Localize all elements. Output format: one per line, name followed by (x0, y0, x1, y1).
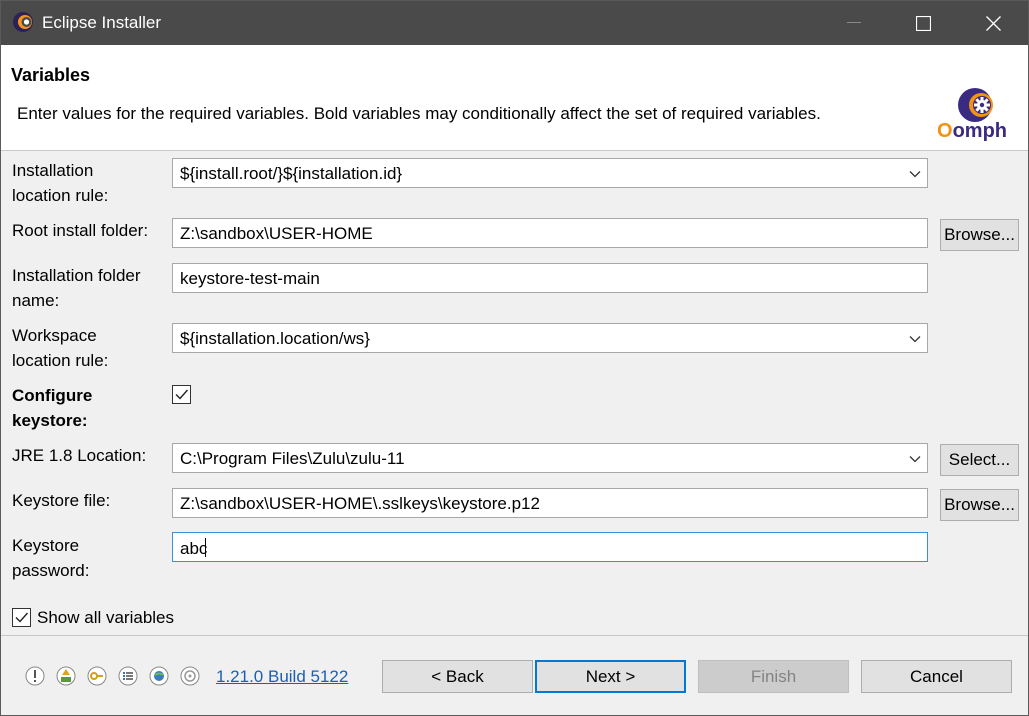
window-title: Eclipse Installer (42, 13, 162, 32)
maximize-button[interactable] (888, 1, 958, 45)
network-proxy-icon[interactable] (149, 666, 169, 686)
close-icon (985, 15, 1001, 31)
configure-keystore-label: Configure keystore: (12, 383, 92, 433)
field-value: keystore-test-main (180, 269, 320, 288)
version-link[interactable]: 1.21.0 Build 5122 (216, 667, 348, 687)
combo-value: ${install.root/}${installation.id} (180, 164, 403, 183)
workspace-location-rule-combo[interactable]: ${installation.location/ws} (172, 323, 928, 353)
browse-root-button[interactable]: Browse... (940, 219, 1019, 251)
label-line: location rule: (12, 186, 109, 205)
installer-window: Eclipse Installer Variables Enter values… (0, 0, 1029, 716)
jre-location-combo[interactable]: C:\Program Files\Zulu\zulu-11 (172, 443, 928, 473)
show-all-variables-checkbox[interactable] (12, 608, 31, 627)
chevron-down-icon[interactable] (909, 168, 921, 180)
combo-value: ${installation.location/ws} (180, 329, 370, 348)
footer-separator (1, 635, 1028, 636)
root-install-folder-input[interactable]: Z:\sandbox\USER-HOME (172, 218, 928, 248)
installation-location-rule-combo[interactable]: ${install.root/}${installation.id} (172, 158, 928, 188)
list-icon[interactable] (118, 666, 138, 686)
oomph-logo-text: Oomph (937, 120, 1007, 142)
field-value: Z:\sandbox\USER-HOME (180, 224, 373, 243)
configure-keystore-checkbox[interactable] (172, 385, 191, 404)
label-line: password: (12, 561, 90, 580)
title-bar: Eclipse Installer (1, 1, 1028, 45)
ssh-icon[interactable] (180, 666, 200, 686)
keystore-file-label: Keystore file: (12, 491, 111, 510)
page-description: Enter values for the required variables.… (17, 104, 821, 123)
page-header: Variables Enter values for the required … (1, 45, 1028, 151)
label-line: name: (12, 291, 60, 310)
root-install-folder-label: Root install folder: (12, 221, 149, 240)
label-line: keystore: (12, 411, 88, 430)
key-icon[interactable] (87, 666, 107, 686)
page-title: Variables (11, 65, 91, 85)
minimize-icon (847, 22, 861, 23)
minimize-button[interactable] (819, 1, 889, 45)
browse-keystore-button[interactable]: Browse... (940, 489, 1019, 521)
oomph-logo: Oomph (935, 87, 1017, 145)
text-caret (205, 538, 207, 557)
jre-location-label: JRE 1.8 Location: (12, 446, 147, 465)
workspace-location-rule-label: Workspace location rule: (12, 323, 108, 373)
show-all-variables-label[interactable]: Show all variables (37, 605, 174, 630)
gear-icon (958, 88, 993, 122)
checkmark-icon (175, 389, 189, 400)
maximize-icon (915, 15, 931, 31)
cancel-button[interactable]: Cancel (861, 660, 1012, 693)
field-value: Z:\sandbox\USER-HOME\.sslkeys\keystore.p… (180, 494, 540, 513)
select-jre-button[interactable]: Select... (940, 444, 1019, 476)
checkmark-icon (15, 612, 29, 623)
label-line: Keystore (12, 536, 80, 555)
label-line: Configure (12, 386, 93, 405)
combo-value: C:\Program Files\Zulu\zulu-11 (180, 449, 405, 468)
label-line: location rule: (12, 351, 109, 370)
update-icon[interactable] (56, 666, 76, 686)
keystore-password-label: Keystore password: (12, 533, 89, 583)
keystore-file-input[interactable]: Z:\sandbox\USER-HOME\.sslkeys\keystore.p… (172, 488, 928, 518)
installation-folder-name-label: Installation folder name: (12, 263, 141, 313)
finish-button[interactable]: Finish (698, 660, 849, 693)
label-line: Workspace (12, 326, 97, 345)
password-text: abc (180, 539, 208, 558)
label-line: Installation folder (12, 266, 141, 285)
field-value: abc (180, 538, 208, 559)
label-line: Installation (12, 161, 94, 180)
back-button[interactable]: < Back (382, 660, 533, 693)
exclamation-icon[interactable] (25, 666, 45, 686)
chevron-down-icon[interactable] (909, 333, 921, 345)
keystore-password-input[interactable]: abc (172, 532, 928, 562)
close-button[interactable] (958, 1, 1028, 45)
installation-folder-name-input[interactable]: keystore-test-main (172, 263, 928, 293)
chevron-down-icon[interactable] (909, 453, 921, 465)
next-button[interactable]: Next > (535, 660, 686, 693)
installation-location-rule-label: Installation location rule: (12, 158, 108, 208)
eclipse-installer-icon (13, 12, 33, 32)
